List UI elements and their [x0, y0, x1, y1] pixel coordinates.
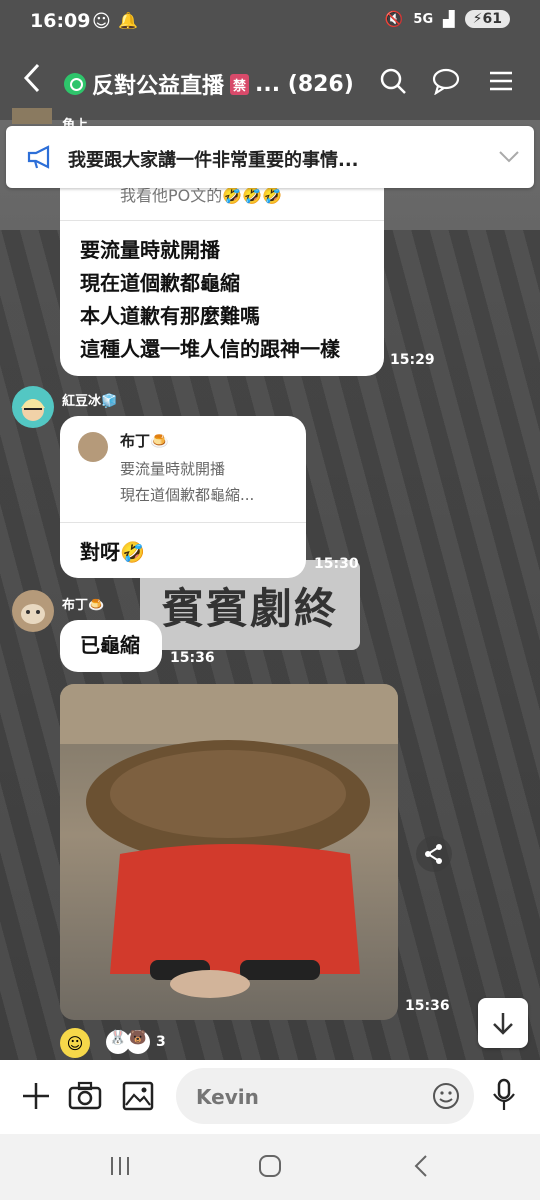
network-label: 5G — [413, 11, 434, 27]
message-line: 這種人還一堆人信的跟神一樣 — [80, 337, 340, 361]
recent-apps-button[interactable] — [108, 1154, 132, 1182]
mute-icon: 🔇 — [384, 10, 404, 28]
message-bubble[interactable]: 已龜縮 — [60, 620, 162, 672]
divider — [60, 220, 384, 221]
back-button[interactable] — [22, 62, 42, 100]
home-button[interactable] — [258, 1154, 282, 1182]
chat-header: 反對公益直播 禁 ... (826) — [0, 44, 540, 120]
user-avatar-icon — [21, 399, 45, 421]
microphone-icon — [493, 1078, 515, 1110]
reply-preview-line: 要流量時就開播 — [120, 460, 226, 478]
add-reaction-button[interactable]: ☺ — [60, 1028, 90, 1058]
back-nav-button[interactable] — [410, 1154, 434, 1182]
message-bubble[interactable]: 布丁🍮 要流量時就開播 現在道個歉都龜縮... 對呀🤣 — [60, 416, 306, 578]
message-text: 已龜縮 — [80, 633, 140, 657]
menu-button[interactable] — [484, 64, 518, 98]
message-line: 要流量時就開播 — [80, 238, 220, 262]
chevron-left-icon — [23, 63, 40, 93]
reaction-sticker-icon: 🐻 — [126, 1030, 150, 1054]
bell-icon: 🔔 — [118, 11, 138, 30]
image-message[interactable] — [60, 684, 398, 1020]
gallery-button[interactable] — [122, 1080, 154, 1116]
announcement-text: 我要跟大家講一件非常重要的事情... — [68, 150, 359, 171]
camera-icon — [68, 1081, 102, 1110]
message-text: 要流量時就開播 現在道個歉都龜縮 本人道歉有那麼難嗎 這種人還一堆人信的跟神一樣 — [80, 234, 340, 366]
chat-bubbles-button[interactable] — [430, 64, 464, 98]
avatar[interactable] — [12, 108, 52, 124]
reply-preview-line: 現在道個歉都龜縮... — [120, 486, 255, 504]
avatar — [78, 432, 108, 462]
announcement-banner[interactable]: 我要跟大家講一件非常重要的事情... — [6, 126, 534, 188]
message-input[interactable] — [194, 1082, 418, 1112]
search-icon — [380, 68, 406, 94]
reaction-count: 3 — [156, 1034, 166, 1050]
avatar[interactable] — [12, 590, 54, 632]
system-nav-bar — [0, 1134, 540, 1200]
speech-bubbles-icon — [432, 68, 460, 95]
add-button[interactable] — [20, 1080, 52, 1116]
voice-button[interactable] — [492, 1078, 516, 1118]
smiley-reaction-icon: ☺ — [66, 1033, 84, 1053]
battery-indicator: ⚡61 — [464, 10, 510, 28]
divider — [60, 522, 306, 523]
back-arrow-icon — [414, 1155, 427, 1177]
message-time: 15:36 — [405, 998, 450, 1014]
message-time: 15:29 — [390, 352, 435, 368]
dog-avatar-icon — [21, 604, 45, 624]
smiley-icon — [433, 1083, 459, 1109]
turtle-shell-photo — [60, 684, 398, 998]
recents-icon — [111, 1157, 129, 1175]
image-icon — [122, 1081, 154, 1111]
emoji-button[interactable] — [432, 1082, 460, 1114]
avatar[interactable] — [12, 386, 54, 428]
search-button[interactable] — [376, 64, 410, 98]
chat-title[interactable]: 反對公益直播 禁 ... (826) — [64, 68, 354, 100]
sender-name: 布丁🍮 — [62, 598, 105, 613]
share-icon — [425, 844, 442, 864]
signal-icon: ▟ — [443, 10, 455, 28]
message-text: 對呀🤣 — [80, 540, 145, 564]
message-input-bar — [0, 1060, 540, 1134]
message-line: 本人道歉有那麼難嗎 — [80, 304, 260, 328]
message-time: 15:30 — [314, 556, 359, 572]
megaphone-icon — [27, 145, 50, 169]
battery-level: 61 — [482, 11, 502, 27]
member-count: ... (826) — [255, 71, 354, 97]
smiley-status-icon: ☺ — [92, 11, 111, 32]
reply-sender-name: 布丁🍮 — [120, 432, 169, 450]
sender-name: 紅豆冰🧊 — [62, 394, 118, 409]
hamburger-icon — [490, 71, 512, 91]
openchat-icon — [64, 73, 86, 95]
home-icon — [259, 1155, 281, 1177]
message-time: 15:36 — [170, 650, 215, 666]
ban-badge: 禁 — [230, 73, 250, 95]
plus-icon — [23, 1083, 49, 1109]
share-button[interactable] — [416, 836, 452, 872]
arrow-down-icon — [493, 1013, 513, 1035]
camera-button[interactable] — [68, 1080, 102, 1116]
status-time: 16:09 — [30, 10, 91, 32]
reactions-summary[interactable]: 🐰 🐻 3 — [106, 1030, 166, 1054]
status-bar: 16:09 ☺ 🔔 🔇 5G ▟ ⚡61 — [0, 0, 540, 44]
chevron-down-icon[interactable] — [498, 150, 520, 164]
message-line: 現在道個歉都龜縮 — [80, 271, 240, 295]
scroll-down-button[interactable] — [478, 998, 528, 1048]
chat-title-text: 反對公益直播 — [92, 74, 225, 99]
message-input-container — [176, 1068, 474, 1124]
